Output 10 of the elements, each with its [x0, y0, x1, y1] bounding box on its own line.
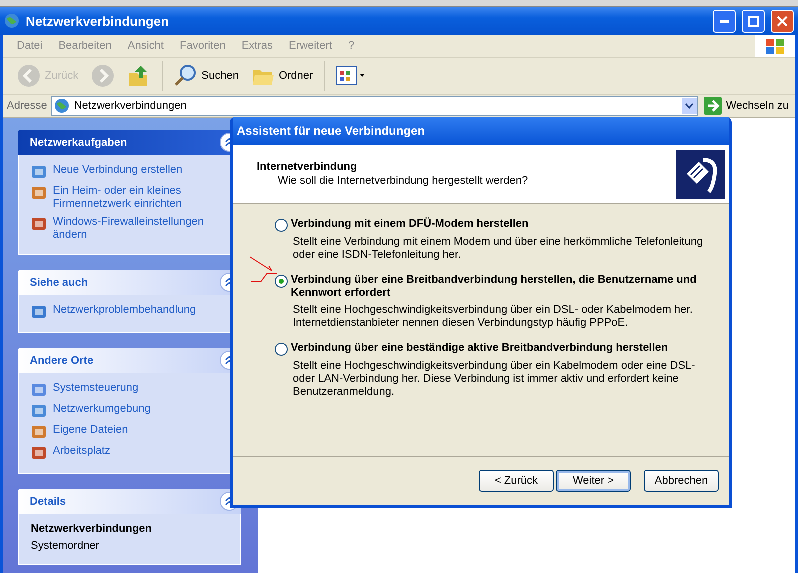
details-name: Netzwerkverbindungen	[31, 523, 154, 535]
window-title: Netzwerkverbindungen	[26, 14, 170, 28]
option-description: Stellt eine Verbindung mit einem Modem und über eine herkömmliche Telefonleitung oder eine ISDN-Telefonleitung her.	[292, 236, 704, 263]
wizard-heading: Internetverbindung	[257, 161, 358, 173]
option-description: Stellt eine Hochgeschwindigkeitsverbindung über ein Kabelmodem oder eine DSL- oder LAN-Verbindung her. Diese Verbindung ist immer aktiv und erfordert keine Benutzeranmeldung.	[292, 360, 696, 400]
address-label: Adresse	[7, 100, 48, 112]
option-description: Stellt eine Hochgeschwindigkeitsverbindung über ein DSL- oder Kabelmodem her. Internetdienstanbieter nennen diesen Verbindungstyp häufig PPPoE.	[292, 304, 694, 331]
dialog-title: Assistent für neue Verbindungen	[233, 117, 729, 145]
details-type: Systemordner	[31, 540, 100, 552]
wizard-subheading: Wie soll die Internetverbindung hergestellt werden?	[277, 175, 530, 187]
